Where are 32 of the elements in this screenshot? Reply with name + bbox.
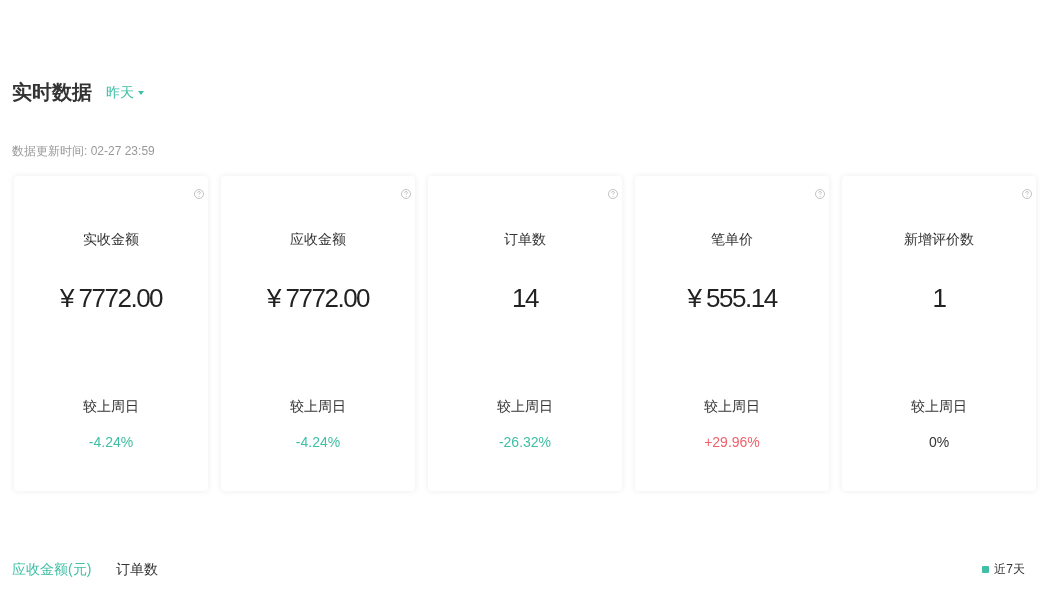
caret-icon — [138, 91, 144, 95]
compare-label: 较上周日 — [290, 397, 346, 416]
compare-label: 较上周日 — [911, 397, 967, 416]
section-title: 实时数据 — [12, 80, 92, 105]
help-icon[interactable] — [1022, 189, 1032, 199]
metric-label: 实收金额 — [83, 230, 139, 249]
chart-tab[interactable]: 订单数 — [116, 559, 159, 579]
metric-value: ¥ 7772.00 — [59, 282, 163, 314]
compare-label: 较上周日 — [497, 397, 553, 416]
change-percent: -4.24% — [295, 433, 341, 452]
change-percent: 0% — [928, 433, 950, 452]
change-percent: -26.32% — [498, 433, 552, 452]
compare-label: 较上周日 — [83, 397, 139, 416]
metric-value: 14 — [512, 282, 538, 314]
metric-label: 笔单价 — [711, 230, 753, 249]
help-icon[interactable] — [608, 189, 618, 199]
metric-label: 应收金额 — [290, 230, 346, 249]
metric-label: 订单数 — [504, 230, 546, 249]
metric-label: 新增评价数 — [904, 230, 974, 249]
update-time-text: 数据更新时间: 02-27 23:59 — [12, 143, 155, 159]
metric-value: 1 — [932, 282, 946, 314]
help-icon[interactable] — [194, 189, 204, 199]
help-icon[interactable] — [401, 189, 411, 199]
chart-tab[interactable]: 应收金额(元) — [12, 559, 92, 579]
change-percent: -4.24% — [88, 433, 134, 452]
change-percent: +29.96% — [704, 433, 760, 452]
period-dropdown[interactable]: 昨天 — [106, 84, 144, 102]
metric-value: ¥ 555.14 — [687, 282, 777, 314]
metric-value: ¥ 7772.00 — [266, 282, 370, 314]
compare-label: 较上周日 — [704, 397, 760, 416]
help-icon[interactable] — [815, 189, 825, 199]
legend-label: 近7天 — [994, 561, 1025, 577]
